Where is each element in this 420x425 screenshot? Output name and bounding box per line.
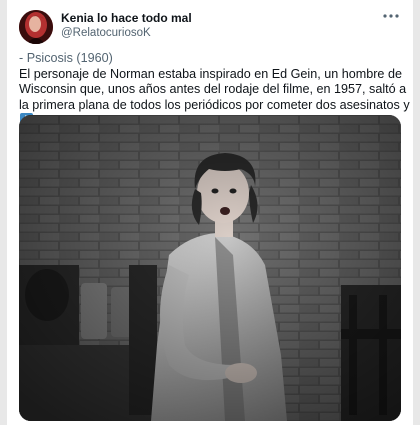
tweet-text-line: - Psicosis (1960) bbox=[19, 51, 113, 65]
more-options-icon[interactable] bbox=[381, 9, 401, 23]
author-handle[interactable]: @RelatocuriosoK bbox=[61, 27, 151, 39]
avatar[interactable] bbox=[19, 10, 53, 44]
tweet-card: Kenia lo hace todo mal @RelatocuriosoK -… bbox=[7, 0, 413, 425]
tweet-photo[interactable] bbox=[19, 115, 401, 421]
tweet-text-content: El personaje de Norman estaba inspirado … bbox=[19, 66, 410, 112]
author-name[interactable]: Kenia lo hace todo mal bbox=[61, 11, 192, 25]
